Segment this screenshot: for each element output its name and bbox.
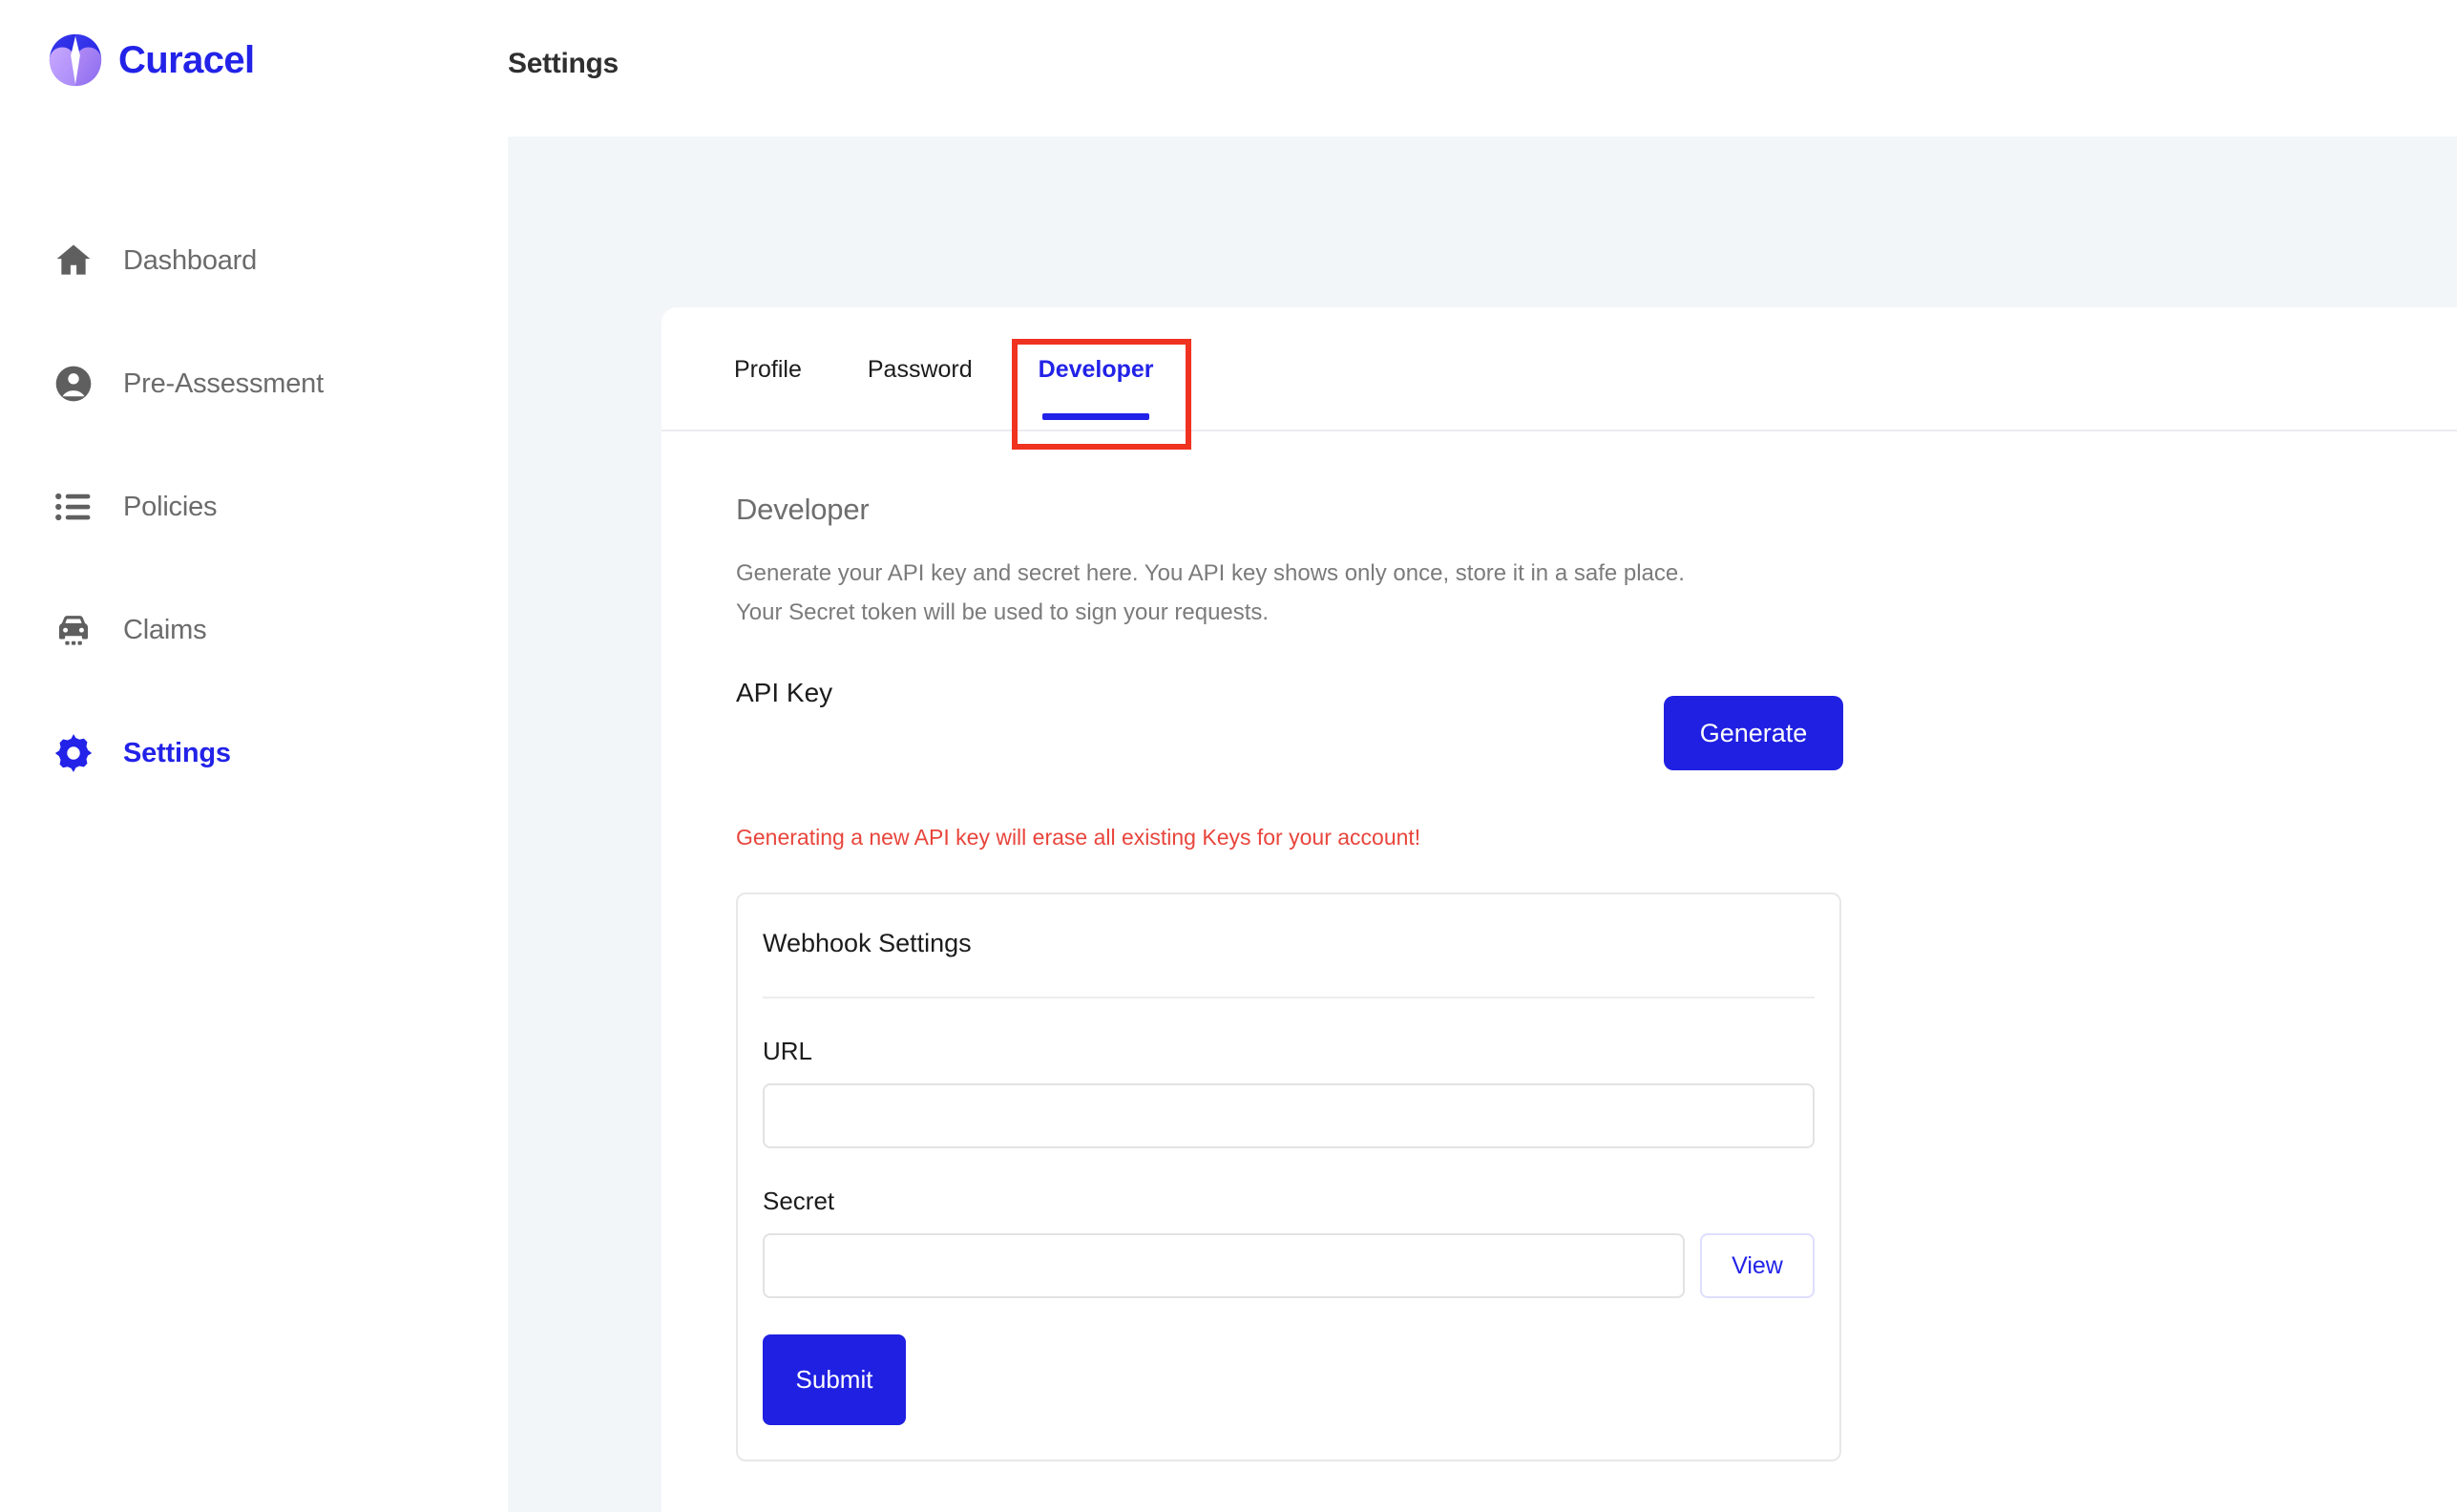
tab-label: Profile	[734, 355, 802, 383]
api-key-warning: Generating a new API key will erase all …	[736, 825, 1421, 850]
webhook-secret-input[interactable]	[763, 1233, 1685, 1298]
sidebar-item-settings[interactable]: Settings	[0, 710, 508, 796]
tab-label: Password	[867, 355, 973, 383]
sidebar-item-label: Pre-Assessment	[123, 368, 324, 399]
curacel-diamond-logo-icon	[46, 31, 105, 90]
app-root: Curacel Dashboard Pre-Assessment Policie…	[0, 0, 2457, 1512]
sidebar-item-dashboard[interactable]: Dashboard	[0, 218, 508, 304]
brand-logo[interactable]: Curacel	[46, 31, 255, 90]
sidebar-item-label: Dashboard	[123, 244, 258, 276]
api-key-label: API Key	[736, 678, 833, 707]
gear-icon	[51, 730, 96, 776]
developer-panel: Developer Generate your API key and secr…	[662, 431, 2457, 1461]
tab-active-underline	[1042, 413, 1150, 420]
webhook-secret-label: Secret	[763, 1186, 835, 1215]
sidebar-item-claims[interactable]: Claims	[0, 587, 508, 673]
developer-section-title: Developer	[736, 493, 870, 526]
sidebar-item-label: Settings	[123, 737, 231, 768]
tab-label: Developer	[1038, 355, 1154, 383]
sidebar: Curacel Dashboard Pre-Assessment Policie…	[0, 0, 508, 1512]
webhook-url-label: URL	[763, 1037, 813, 1065]
view-secret-button[interactable]: View	[1700, 1233, 1815, 1298]
list-icon	[51, 484, 96, 530]
developer-description-line2: Your Secret token will be used to sign y…	[736, 599, 1270, 625]
webhook-settings-heading: Webhook Settings	[763, 894, 1815, 998]
developer-description-line1: Generate your API key and secret here. Y…	[736, 560, 1685, 586]
api-key-row: API Key Generate	[736, 678, 1843, 792]
sidebar-nav: Dashboard Pre-Assessment Policies Claims…	[0, 218, 508, 833]
sidebar-item-pre-assessment[interactable]: Pre-Assessment	[0, 341, 508, 427]
developer-description: Generate your API key and secret here. Y…	[736, 554, 1843, 632]
car-icon	[51, 607, 96, 653]
webhook-settings-card: Webhook Settings URL Secret View Submit	[736, 892, 1841, 1461]
tab-password[interactable]: Password	[862, 307, 978, 431]
settings-surface: Profile Password Developer Developer Gen…	[662, 307, 2457, 1512]
home-icon	[51, 238, 96, 284]
sidebar-item-policies[interactable]: Policies	[0, 464, 508, 550]
person-icon	[51, 361, 96, 407]
sidebar-item-label: Policies	[123, 491, 218, 522]
generate-api-key-button[interactable]: Generate	[1664, 696, 1843, 770]
settings-tabs: Profile Password Developer	[662, 307, 2457, 431]
webhook-secret-row: View	[763, 1233, 1815, 1298]
webhook-url-input[interactable]	[763, 1083, 1815, 1148]
page-title: Settings	[508, 48, 619, 79]
tab-developer[interactable]: Developer	[1033, 307, 1160, 431]
tab-profile[interactable]: Profile	[728, 307, 808, 431]
sidebar-item-label: Claims	[123, 614, 207, 645]
brand-name: Curacel	[118, 39, 255, 81]
webhook-submit-button[interactable]: Submit	[763, 1334, 906, 1425]
